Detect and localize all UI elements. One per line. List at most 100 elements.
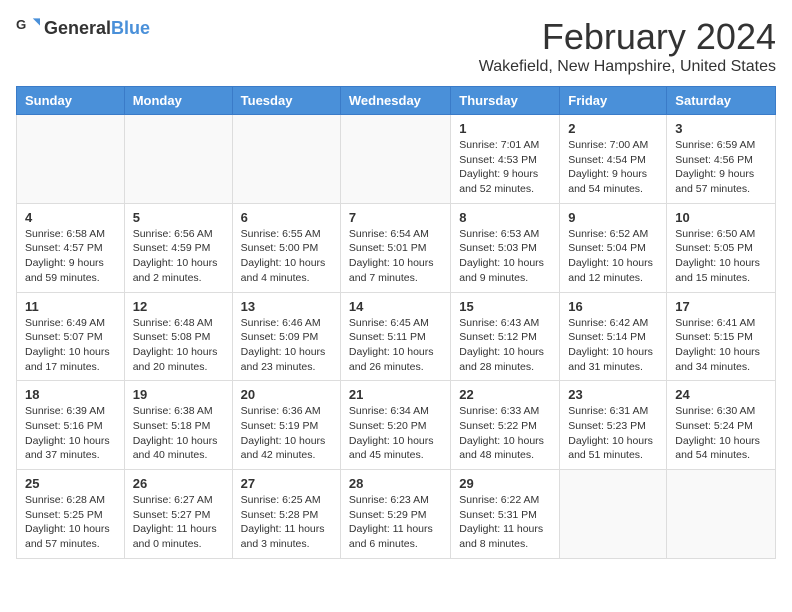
day-info: Sunrise: 7:01 AM Sunset: 4:53 PM Dayligh… <box>459 138 551 197</box>
day-info: Sunrise: 6:39 AM Sunset: 5:16 PM Dayligh… <box>25 404 116 463</box>
day-number: 6 <box>241 210 332 225</box>
day-info: Sunrise: 6:56 AM Sunset: 4:59 PM Dayligh… <box>133 227 224 286</box>
day-number: 3 <box>675 121 767 136</box>
calendar-cell: 7Sunrise: 6:54 AM Sunset: 5:01 PM Daylig… <box>340 203 450 292</box>
calendar-cell <box>124 115 232 204</box>
page-subtitle: Wakefield, New Hampshire, United States <box>479 58 776 76</box>
day-info: Sunrise: 6:34 AM Sunset: 5:20 PM Dayligh… <box>349 404 442 463</box>
calendar-cell: 17 Sunrise: 6:41 AM Sunset: 5:15 PM Dayli… <box>667 292 776 381</box>
day-number: 23 <box>568 387 658 402</box>
day-info: Sunrise: 6:36 AM Sunset: 5:19 PM Dayligh… <box>241 404 332 463</box>
day-info: Sunrise: 6:54 AM Sunset: 5:01 PM Dayligh… <box>349 227 442 286</box>
header-tuesday: Tuesday <box>232 87 340 115</box>
calendar-cell: 25 Sunrise: 6:28 AM Sunset: 5:25 PM Dayli… <box>17 470 125 559</box>
calendar-cell: 6 Sunrise: 6:55 AM Sunset: 5:00 PM Daylig… <box>232 203 340 292</box>
header-sunday: Sunday <box>17 87 125 115</box>
svg-text:G: G <box>16 17 26 32</box>
week-row-1: 4Sunrise: 6:58 AM Sunset: 4:57 PM Daylig… <box>17 203 776 292</box>
calendar-body: 1 Sunrise: 7:01 AM Sunset: 4:53 PM Daylig… <box>17 115 776 559</box>
header-wednesday: Wednesday <box>340 87 450 115</box>
calendar-cell <box>232 115 340 204</box>
day-number: 17 <box>675 299 767 314</box>
title-section: February 2024 Wakefield, New Hampshire, … <box>479 16 776 76</box>
day-number: 28 <box>349 476 442 491</box>
calendar-cell: 3 Sunrise: 6:59 AM Sunset: 4:56 PM Daylig… <box>667 115 776 204</box>
calendar-cell: 16 Sunrise: 6:42 AM Sunset: 5:14 PM Dayli… <box>560 292 667 381</box>
calendar-cell <box>667 470 776 559</box>
calendar-cell: 22 Sunrise: 6:33 AM Sunset: 5:22 PM Dayli… <box>451 381 560 470</box>
day-number: 21 <box>349 387 442 402</box>
day-info: Sunrise: 6:31 AM Sunset: 5:23 PM Dayligh… <box>568 404 658 463</box>
calendar-cell <box>17 115 125 204</box>
calendar-cell: 28Sunrise: 6:23 AM Sunset: 5:29 PM Dayli… <box>340 470 450 559</box>
day-info: Sunrise: 6:46 AM Sunset: 5:09 PM Dayligh… <box>241 316 332 375</box>
header-friday: Friday <box>560 87 667 115</box>
calendar-cell: 8 Sunrise: 6:53 AM Sunset: 5:03 PM Daylig… <box>451 203 560 292</box>
calendar-cell: 21 Sunrise: 6:34 AM Sunset: 5:20 PM Dayli… <box>340 381 450 470</box>
day-number: 14 <box>349 299 442 314</box>
header-thursday: Thursday <box>451 87 560 115</box>
day-number: 12 <box>133 299 224 314</box>
day-number: 13 <box>241 299 332 314</box>
day-info: Sunrise: 6:52 AM Sunset: 5:04 PM Dayligh… <box>568 227 658 286</box>
day-number: 5 <box>133 210 224 225</box>
day-info: Sunrise: 6:55 AM Sunset: 5:00 PM Dayligh… <box>241 227 332 286</box>
day-number: 24 <box>675 387 767 402</box>
day-info: Sunrise: 6:42 AM Sunset: 5:14 PM Dayligh… <box>568 316 658 375</box>
week-row-2: 11Sunrise: 6:49 AM Sunset: 5:07 PM Dayli… <box>17 292 776 381</box>
day-number: 1 <box>459 121 551 136</box>
day-number: 8 <box>459 210 551 225</box>
day-number: 29 <box>459 476 551 491</box>
header-saturday: Saturday <box>667 87 776 115</box>
calendar-cell <box>340 115 450 204</box>
calendar-cell: 2 Sunrise: 7:00 AM Sunset: 4:54 PM Daylig… <box>560 115 667 204</box>
day-info: Sunrise: 6:22 AM Sunset: 5:31 PM Dayligh… <box>459 493 551 552</box>
day-number: 26 <box>133 476 224 491</box>
week-row-0: 1 Sunrise: 7:01 AM Sunset: 4:53 PM Daylig… <box>17 115 776 204</box>
day-info: Sunrise: 6:59 AM Sunset: 4:56 PM Dayligh… <box>675 138 767 197</box>
calendar-cell: 9 Sunrise: 6:52 AM Sunset: 5:04 PM Daylig… <box>560 203 667 292</box>
calendar-cell: 27 Sunrise: 6:25 AM Sunset: 5:28 PM Dayli… <box>232 470 340 559</box>
calendar-cell: 29 Sunrise: 6:22 AM Sunset: 5:31 PM Dayli… <box>451 470 560 559</box>
day-number: 25 <box>25 476 116 491</box>
day-info: Sunrise: 6:25 AM Sunset: 5:28 PM Dayligh… <box>241 493 332 552</box>
calendar-cell: 19 Sunrise: 6:38 AM Sunset: 5:18 PM Dayli… <box>124 381 232 470</box>
day-info: Sunrise: 7:00 AM Sunset: 4:54 PM Dayligh… <box>568 138 658 197</box>
day-info: Sunrise: 6:43 AM Sunset: 5:12 PM Dayligh… <box>459 316 551 375</box>
day-info: Sunrise: 6:53 AM Sunset: 5:03 PM Dayligh… <box>459 227 551 286</box>
day-number: 2 <box>568 121 658 136</box>
day-number: 9 <box>568 210 658 225</box>
day-number: 19 <box>133 387 224 402</box>
day-number: 16 <box>568 299 658 314</box>
header-monday: Monday <box>124 87 232 115</box>
calendar-cell: 5 Sunrise: 6:56 AM Sunset: 4:59 PM Daylig… <box>124 203 232 292</box>
week-row-3: 18Sunrise: 6:39 AM Sunset: 5:16 PM Dayli… <box>17 381 776 470</box>
day-number: 11 <box>25 299 116 314</box>
logo-icon: G <box>16 16 40 40</box>
calendar-cell: 12Sunrise: 6:48 AM Sunset: 5:08 PM Dayli… <box>124 292 232 381</box>
day-info: Sunrise: 6:28 AM Sunset: 5:25 PM Dayligh… <box>25 493 116 552</box>
calendar-cell: 4Sunrise: 6:58 AM Sunset: 4:57 PM Daylig… <box>17 203 125 292</box>
calendar-cell <box>560 470 667 559</box>
calendar-cell: 24 Sunrise: 6:30 AM Sunset: 5:24 PM Dayli… <box>667 381 776 470</box>
day-info: Sunrise: 6:58 AM Sunset: 4:57 PM Dayligh… <box>25 227 116 286</box>
header-row: SundayMondayTuesdayWednesdayThursdayFrid… <box>17 87 776 115</box>
page-title: February 2024 <box>479 16 776 58</box>
day-number: 10 <box>675 210 767 225</box>
day-info: Sunrise: 6:41 AM Sunset: 5:15 PM Dayligh… <box>675 316 767 375</box>
day-number: 27 <box>241 476 332 491</box>
calendar-cell: 20Sunrise: 6:36 AM Sunset: 5:19 PM Dayli… <box>232 381 340 470</box>
logo: G GeneralBlue <box>16 16 150 40</box>
day-number: 15 <box>459 299 551 314</box>
logo-blue: Blue <box>111 18 150 38</box>
day-info: Sunrise: 6:33 AM Sunset: 5:22 PM Dayligh… <box>459 404 551 463</box>
day-info: Sunrise: 6:38 AM Sunset: 5:18 PM Dayligh… <box>133 404 224 463</box>
calendar-cell: 15 Sunrise: 6:43 AM Sunset: 5:12 PM Dayli… <box>451 292 560 381</box>
day-number: 22 <box>459 387 551 402</box>
week-row-4: 25 Sunrise: 6:28 AM Sunset: 5:25 PM Dayli… <box>17 470 776 559</box>
day-info: Sunrise: 6:50 AM Sunset: 5:05 PM Dayligh… <box>675 227 767 286</box>
day-info: Sunrise: 6:30 AM Sunset: 5:24 PM Dayligh… <box>675 404 767 463</box>
page-header: G GeneralBlue February 2024 Wakefield, N… <box>16 16 776 76</box>
calendar-header: SundayMondayTuesdayWednesdayThursdayFrid… <box>17 87 776 115</box>
day-info: Sunrise: 6:27 AM Sunset: 5:27 PM Dayligh… <box>133 493 224 552</box>
